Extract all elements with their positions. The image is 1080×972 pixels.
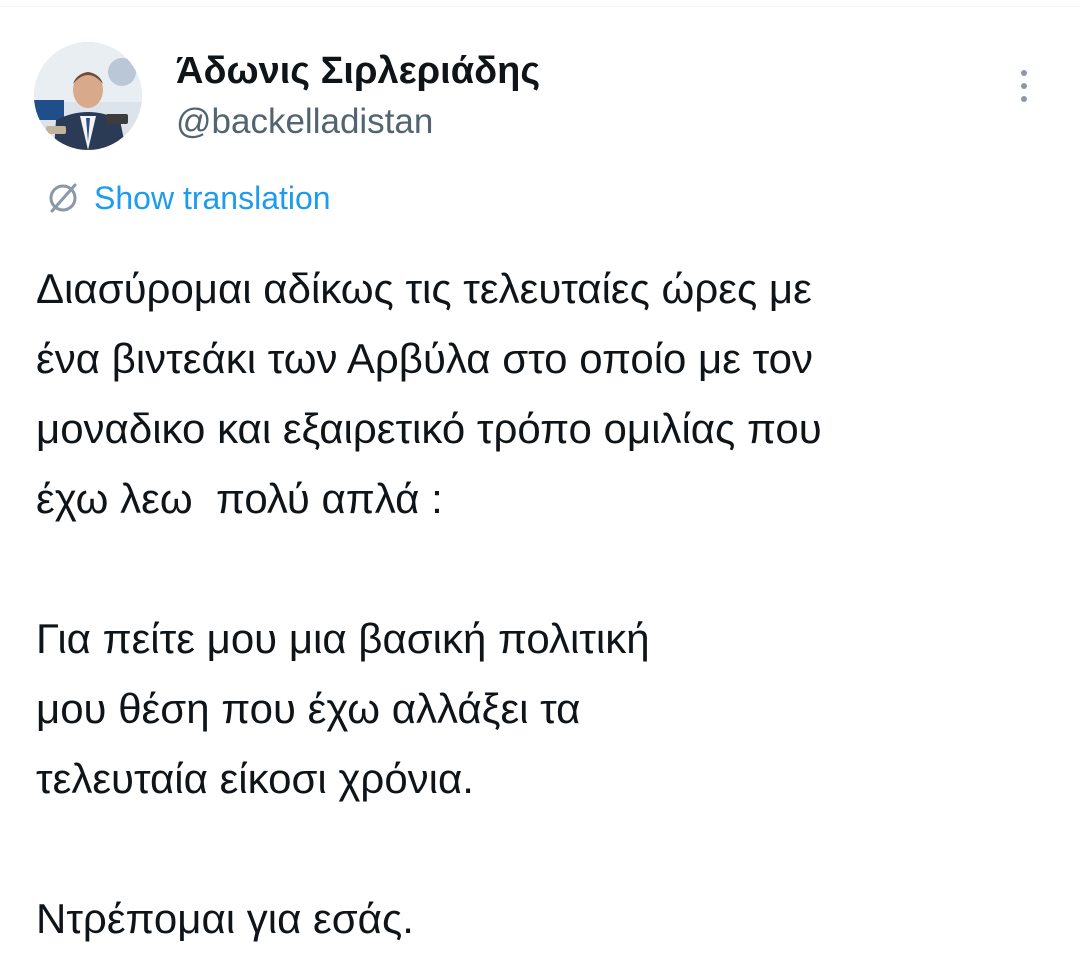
tweet-header: Άδωνις Σιρλεριάδης @backelladistan [34, 42, 1046, 152]
more-vertical-icon-dot [1021, 83, 1027, 89]
show-translation-label[interactable]: Show translation [94, 180, 331, 217]
tweet-line: Για πείτε μου μια βασική πολιτική [36, 615, 650, 662]
tweet-line: έχω λεω πολύ απλά : [36, 475, 443, 522]
tweet-line: μοναδικο και εξαιρετικό τρόπο ομιλίας πο… [36, 405, 822, 452]
author-names: Άδωνις Σιρλεριάδης @backelladistan [176, 48, 540, 144]
tweet-line: Διασύρομαι αδίκως τις τελευταίες ώρες με [36, 265, 812, 312]
author-display-name[interactable]: Άδωνις Σιρλεριάδης [176, 48, 540, 94]
more-vertical-icon [1021, 70, 1027, 76]
avatar-photo [34, 42, 142, 150]
tweet-text: Διασύρομαι αδίκως τις τελευταίες ώρες με… [36, 254, 1046, 954]
show-translation-button[interactable]: Show translation [46, 176, 331, 220]
author-handle[interactable]: @backelladistan [176, 100, 540, 144]
avatar[interactable] [34, 42, 142, 150]
tweet-line: Ντρέπομαι για εσάς. [36, 895, 414, 942]
translate-globe-icon [49, 183, 77, 213]
more-vertical-icon-dot [1021, 96, 1027, 102]
tweet-line: τελευταία είκοσι χρόνια. [36, 755, 474, 802]
tweet-line: μου θέση που έχω αλλάξει τα [36, 685, 581, 732]
tweet-line: ένα βιντεάκι των Αρβύλα στο οποίο με τον [36, 335, 813, 382]
top-divider [0, 6, 1080, 7]
more-options-button[interactable] [1002, 64, 1046, 108]
